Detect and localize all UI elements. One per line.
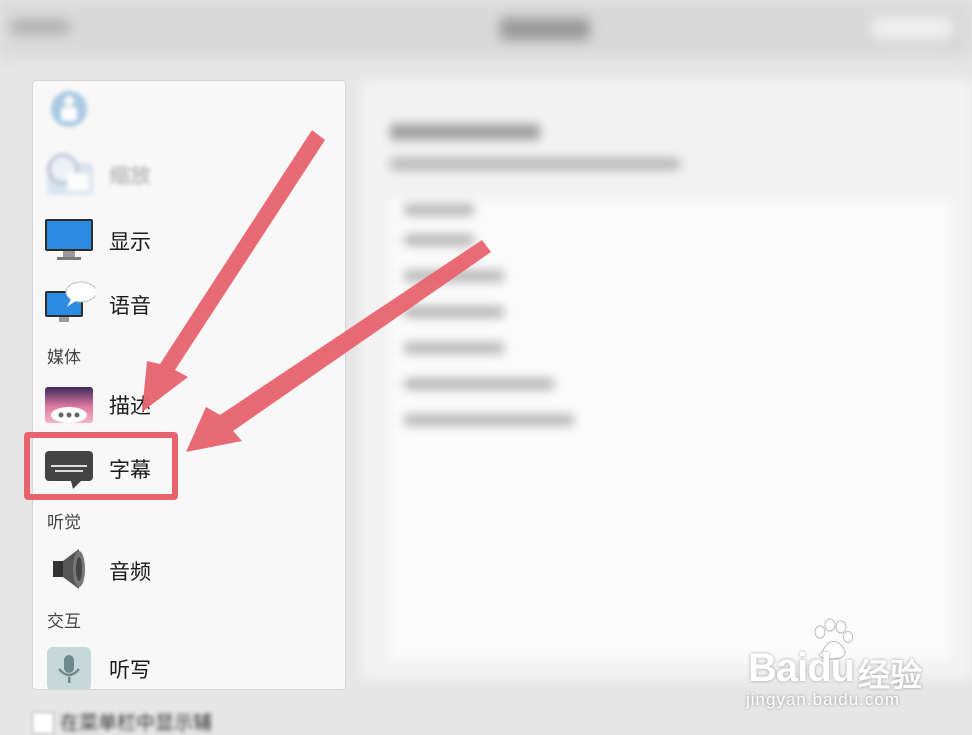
watermark-brand: Baidu bbox=[748, 646, 855, 690]
watermark-url: jingyan.baidu.com bbox=[746, 690, 901, 709]
baidu-jingyan-watermark: Baidu 经验 jingyan.baidu.com bbox=[744, 612, 954, 712]
captions-highlight-box bbox=[24, 432, 178, 500]
